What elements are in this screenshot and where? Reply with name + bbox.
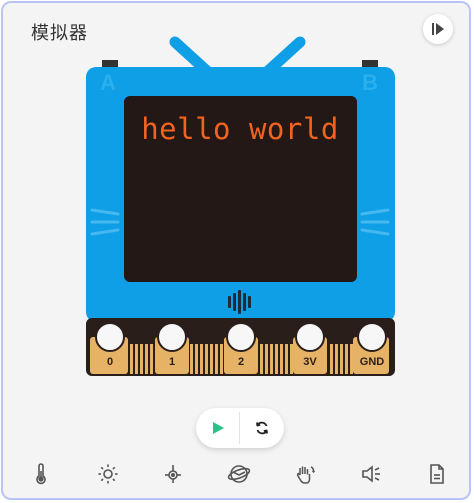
simulation-controls [196,408,284,448]
connector-strip [290,344,293,374]
connector-strip [260,344,263,374]
connector-strip [190,344,193,374]
run-button[interactable] [196,408,240,448]
connector-strip [135,344,138,374]
led-screen-text: hello world [141,112,339,146]
connector-strip [200,344,203,374]
connector-strip [330,344,333,374]
pin-3v[interactable] [295,322,325,352]
connector-strip [140,344,143,374]
connector-strip [205,344,208,374]
connector-strip [275,344,278,374]
gesture-icon[interactable] [291,460,319,488]
speaker-icon[interactable] [357,460,385,488]
pin-label-1: 1 [168,356,176,368]
serial-log-icon[interactable] [423,460,451,488]
accelerometer-icon[interactable] [225,460,253,488]
pin-label-3v: 3V [303,356,317,368]
connector-strip [345,344,348,374]
connector-strip [280,344,283,374]
pin-2[interactable] [226,322,256,352]
connector-strip [150,344,153,374]
connector-strip [350,344,353,374]
connector-strip [210,344,213,374]
pin-0[interactable] [95,322,125,352]
connector-strip [265,344,268,374]
play-icon [213,422,224,434]
connector-strip [130,344,133,374]
connector-strip [195,344,198,374]
connector-strip [220,344,223,374]
pin-label-0: 0 [106,356,114,368]
connector-strip [285,344,288,374]
refresh-icon [256,421,268,435]
pin-label-gnd: GND [359,356,385,368]
connector-strip [340,344,343,374]
pin-gnd[interactable] [357,322,387,352]
connector-strip [335,344,338,374]
brightness-icon[interactable] [94,460,122,488]
reset-button[interactable] [240,408,284,448]
pin-label-2: 2 [237,356,245,368]
connector-strip [215,344,218,374]
compass-icon[interactable] [159,460,187,488]
connector-strip [270,344,273,374]
pin-1[interactable] [157,322,187,352]
thermometer-icon[interactable] [27,460,55,488]
connector-strip [145,344,148,374]
button-a-label[interactable]: A [100,70,116,96]
button-b-label[interactable]: B [362,70,378,96]
